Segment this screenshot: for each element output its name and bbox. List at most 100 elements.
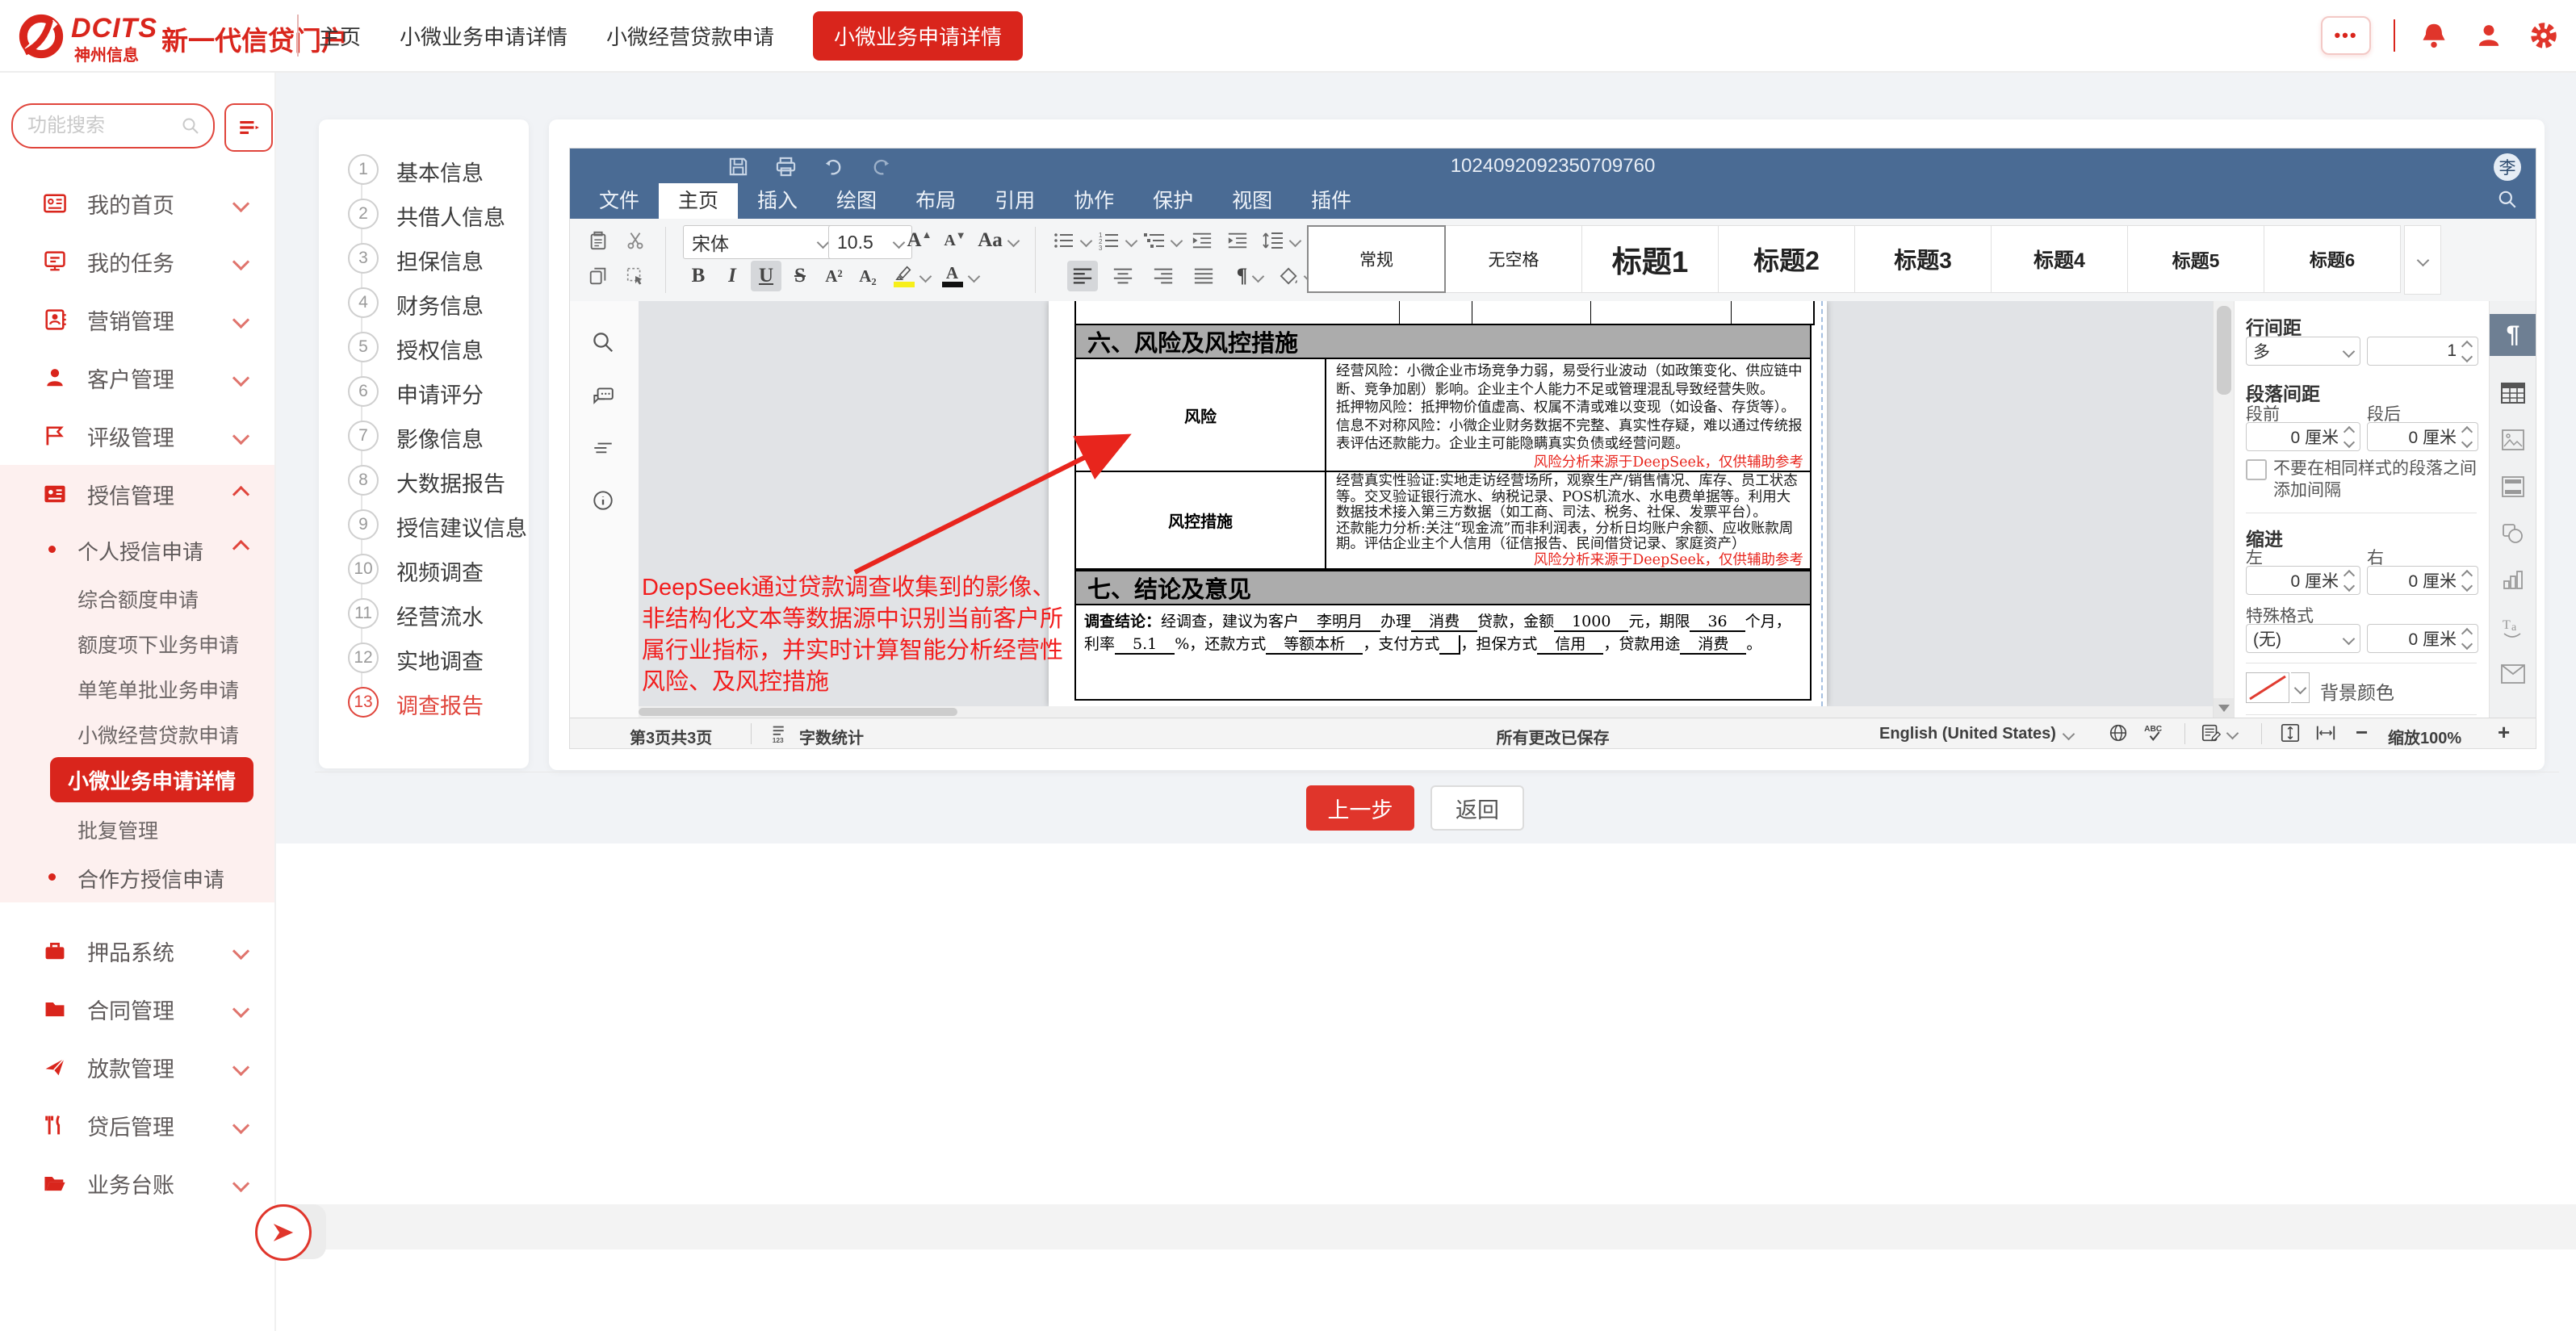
cut-icon[interactable] (620, 225, 651, 256)
scroll-down-button[interactable] (2214, 698, 2235, 718)
header-footer-settings-icon[interactable] (2490, 466, 2536, 508)
sidebar-item-my-tasks[interactable]: 我的任务 (0, 232, 274, 291)
spacing-before-stepper[interactable]: 0 厘米 (2246, 422, 2360, 451)
notification-bell-icon[interactable] (2418, 19, 2450, 52)
no-gap-checkbox[interactable] (2246, 459, 2267, 480)
align-left-icon[interactable] (1067, 261, 1098, 291)
line-spacing-select[interactable]: 多 (2246, 337, 2360, 366)
sidebar-item-partner-credit[interactable]: 合作方授信申请 (0, 851, 274, 902)
line-spacing-icon[interactable] (1258, 225, 1303, 256)
sidebar-item-single-batch[interactable]: 单笔单批业务申请 (0, 665, 274, 710)
nav-micro-detail[interactable]: 小微业务申请详情 (400, 21, 568, 51)
background-color-swatch[interactable] (2246, 672, 2289, 703)
step-authorization[interactable]: 5授权信息 (319, 323, 529, 367)
indent-left-stepper[interactable]: 0 厘米 (2246, 566, 2360, 595)
editor-search-icon[interactable] (2497, 189, 2518, 210)
menu-tab-collaboration[interactable]: 协作 (1054, 183, 1133, 219)
find-icon[interactable] (591, 330, 615, 354)
special-amount-stepper[interactable]: 0 厘米 (2367, 624, 2478, 653)
shape-settings-icon[interactable] (2490, 513, 2536, 555)
sidebar-item-customers[interactable]: 客户管理 (0, 349, 274, 407)
step-survey-report[interactable]: 13调查报告 (319, 678, 529, 722)
numbered-list-icon[interactable]: 123 (1096, 225, 1137, 256)
background-color-dropdown-icon[interactable] (2291, 672, 2310, 703)
align-right-icon[interactable] (1148, 261, 1179, 291)
style-heading1[interactable]: 标题1 (1582, 225, 1719, 293)
font-size-select[interactable]: 10.5 (828, 225, 912, 259)
bold-icon[interactable]: B (683, 261, 714, 291)
menu-tab-protection[interactable]: 保护 (1133, 183, 1213, 219)
font-color-icon[interactable]: A (938, 261, 982, 291)
nav-micro-loan-apply[interactable]: 小微经营贷款申请 (606, 21, 774, 51)
search-input[interactable] (26, 114, 181, 138)
fit-page-icon[interactable] (2280, 722, 2301, 743)
menu-tab-insert[interactable]: 插入 (738, 183, 817, 219)
previous-step-button[interactable]: 上一步 (1306, 785, 1414, 831)
headings-outline-icon[interactable] (591, 437, 615, 461)
sidebar-item-collateral[interactable]: 押品系统 (0, 922, 274, 980)
sidebar-item-my-home[interactable]: 我的首页 (0, 174, 274, 232)
zoom-out-icon[interactable]: − (2356, 720, 2368, 745)
shrink-font-icon[interactable]: A▼ (940, 225, 970, 256)
paste-icon[interactable] (583, 225, 614, 256)
paragraph-marks-icon[interactable]: ¶ (1229, 261, 1271, 291)
step-video-survey[interactable]: 10视频调查 (319, 545, 529, 589)
font-family-select[interactable]: 宋体 (683, 225, 836, 259)
step-guarantee[interactable]: 3担保信息 (319, 234, 529, 278)
vertical-scrollbar-thumb[interactable] (2217, 306, 2231, 395)
fit-width-icon[interactable] (2315, 722, 2336, 743)
settings-gear-icon[interactable] (2528, 19, 2560, 52)
zoom-in-icon[interactable]: + (2498, 720, 2510, 745)
copy-icon[interactable] (583, 261, 614, 291)
table-settings-icon[interactable] (2490, 372, 2536, 414)
sidebar-item-post-loan[interactable]: 贷后管理 (0, 1096, 274, 1154)
language-select[interactable]: English (United States) (1879, 725, 2073, 743)
menu-tab-references[interactable]: 引用 (975, 183, 1054, 219)
style-heading5[interactable]: 标题5 (2128, 225, 2264, 293)
nav-active-tab[interactable]: 小微业务申请详情 (813, 11, 1023, 61)
subscript-icon[interactable]: A₂ (852, 261, 883, 291)
step-finance[interactable]: 4财务信息 (319, 278, 529, 323)
sidebar-item-micro-detail-active[interactable]: 小微业务申请详情 (0, 755, 274, 806)
back-button[interactable]: 返回 (1430, 785, 1524, 831)
sidebar-item-personal-credit[interactable]: 个人授信申请 (0, 523, 274, 575)
text-art-settings-icon[interactable]: Ta (2490, 606, 2536, 648)
spellcheck-icon[interactable]: ABC (2144, 722, 2167, 743)
style-heading3[interactable]: 标题3 (1855, 225, 1992, 293)
underline-icon[interactable]: U (751, 261, 781, 291)
step-basic-info[interactable]: 1基本信息 (319, 145, 529, 190)
style-heading6[interactable]: 标题6 (2264, 225, 2401, 293)
sidebar-item-marketing[interactable]: 营销管理 (0, 291, 274, 349)
sidebar-collapse-button[interactable] (255, 1204, 312, 1261)
sidebar-item-under-quota-business[interactable]: 额度项下业务申请 (0, 620, 274, 665)
step-imaging[interactable]: 7影像信息 (319, 412, 529, 456)
decrease-indent-icon[interactable] (1187, 225, 1217, 256)
chart-settings-icon[interactable] (2490, 559, 2536, 601)
comments-icon[interactable] (591, 383, 615, 408)
user-profile-icon[interactable] (2473, 19, 2505, 52)
multilevel-list-icon[interactable] (1141, 225, 1182, 256)
more-messages-icon[interactable]: ••• (2321, 16, 2371, 55)
bullet-list-icon[interactable] (1051, 225, 1091, 256)
grow-font-icon[interactable]: A▲ (904, 225, 935, 256)
horizontal-scrollbar-thumb[interactable] (639, 708, 957, 716)
nav-home[interactable]: 主页 (319, 21, 361, 51)
step-business-flow[interactable]: 11经营流水 (319, 589, 529, 634)
strikethrough-icon[interactable]: S (785, 261, 815, 291)
collaborator-avatar[interactable]: 李 (2494, 153, 2521, 181)
step-co-borrower[interactable]: 2共借人信息 (319, 190, 529, 234)
style-gallery-expand-icon[interactable] (2404, 225, 2441, 295)
sidebar-item-disbursement[interactable]: 放款管理 (0, 1038, 274, 1096)
globe-icon[interactable] (2108, 722, 2129, 743)
step-scoring[interactable]: 6申请评分 (319, 367, 529, 412)
mail-merge-settings-icon[interactable] (2490, 653, 2536, 695)
menu-tab-draw[interactable]: 绘图 (817, 183, 896, 219)
step-field-survey[interactable]: 12实地调查 (319, 634, 529, 678)
menu-tab-plugins[interactable]: 插件 (1292, 183, 1371, 219)
italic-icon[interactable]: I (717, 261, 748, 291)
menu-toggle-button[interactable] (224, 103, 273, 152)
menu-tab-view[interactable]: 视图 (1213, 183, 1292, 219)
paragraph-settings-icon[interactable]: ¶ (2490, 314, 2536, 356)
menu-tab-file[interactable]: 文件 (580, 183, 659, 219)
vertical-scrollbar[interactable] (2213, 301, 2235, 718)
